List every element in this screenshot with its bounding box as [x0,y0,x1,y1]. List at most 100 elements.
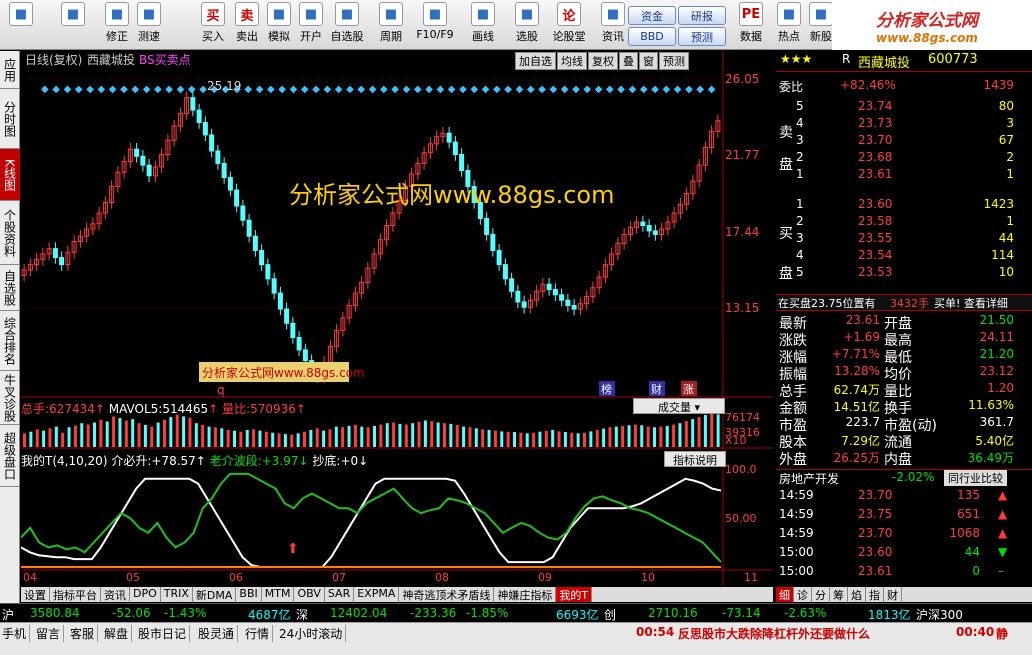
quote-tab-4[interactable]: 焰 [848,587,866,602]
left-tab-1[interactable]: 分时图 [0,89,20,149]
bid-row[interactable]: 3 23.55 44 [776,231,1032,248]
chart-top-button-0[interactable]: 加自选 [515,52,556,70]
big-order-detail-link[interactable]: 买单! 查看详细 [934,295,1008,311]
toolbar-button-10[interactable]: ■ F10/F9 [416,2,454,48]
indicator-tab-8[interactable]: OBV [294,587,325,602]
toolbar-button-13[interactable]: 论论股堂 [552,2,586,48]
ask-row[interactable]: 4 23.73 3 [776,116,1032,133]
research-button[interactable]: 研报 [678,6,726,25]
indicator-tab-2[interactable]: 资讯 [101,587,130,602]
candle-body [521,301,527,308]
indicator-tab-6[interactable]: BBI [236,587,262,602]
quote-tab-2[interactable]: 分 [812,587,830,602]
toolbar-button-14[interactable]: ■ 资讯 [596,2,630,48]
indicator-tab-10[interactable]: EXPMA [354,587,400,602]
status-item-0[interactable]: 手机 [2,625,31,642]
toolbar-button-12[interactable]: ■ 选股 [510,2,544,48]
left-tab-3[interactable]: 个股资料 [0,201,20,265]
left-tab-7[interactable]: 超级盘口 [0,425,20,487]
chart-top-button-2[interactable]: 复权 [588,52,618,70]
indicator-tab-13[interactable]: 我的T [556,587,593,602]
left-tab-2[interactable]: K线图 [0,149,20,201]
quote-tab-3[interactable]: 筹 [830,587,848,602]
sh-index[interactable]: 3580.84 [30,606,80,620]
quote-panel: ★★★ R 西藏城投 600773 委比 +82.46% 1439 5 23.74… [776,51,1032,601]
peer-compare-button[interactable]: 同行业比较 [944,470,1007,486]
ask-row[interactable]: 3 23.70 67 [776,133,1032,150]
bid-row[interactable]: 1 23.60 1423 [776,197,1032,214]
indicator-tab-11[interactable]: 神奇逃顶术矛盾线 [399,587,495,602]
stat-row: 外盘 26.25万 内盘 36.49万 [776,449,1032,468]
kline-chart-area[interactable]: 26.05 21.77 17.44 13.15 ◆ ◆ ◆ ◆ ◆ ◆ ◆ ◆ ◆ ◆ ◆ ◆ ◆ ◆ ◆ ◆ ◆ ◆ ◆ ◆… [21,51,773,586]
bbd-button[interactable]: BBD [628,27,676,46]
arrow-up-icon: ▲ [998,488,1008,502]
indicator-tab-12[interactable]: 神嫌庄指标 [494,587,557,602]
rise-marker[interactable]: 涨 [683,383,694,396]
indicator-tab-3[interactable]: DPO [130,587,161,602]
status-item-3[interactable]: 解盘 [104,625,133,642]
indicator-tab-9[interactable]: SAR [325,587,355,602]
indicator-tab-7[interactable]: MTM [262,587,295,602]
chart-top-button-1[interactable]: 均线 [557,52,587,70]
indicator-tab-0[interactable]: 设置 [21,587,50,602]
chart-top-button-3[interactable]: 叠 [619,52,638,70]
toolbar-button-7[interactable]: ■ 开户 [294,2,328,48]
left-tab-6[interactable]: 牛叉诊股 [0,371,20,425]
ask-volume: 67 [998,133,1014,147]
finance-marker[interactable]: 财 [651,382,662,396]
indicator-tab-1[interactable]: 指标平台 [50,587,101,602]
status-item-5[interactable]: 股灵通 [198,625,239,642]
status-item-6[interactable]: 行情 [245,625,274,642]
volume-select[interactable]: 成交量 ▾ [633,398,725,414]
toolbar-button-9[interactable]: ■ 周期 [374,2,408,48]
toolbar-button-0[interactable]: ■ [4,2,38,48]
hs300-label[interactable]: 沪深300 [916,606,963,623]
toolbar-button-5[interactable]: 卖卖出 [230,2,264,48]
toolbar-button-3[interactable]: ■ 测速 [132,2,166,48]
left-tab-5[interactable]: 综合排名 [0,311,20,371]
status-item-4[interactable]: 股市日记 [138,625,191,642]
ask-row[interactable]: 1 23.61 1 [776,167,1032,184]
volume-bar [303,431,306,447]
bid-row[interactable]: 5 23.53 10 [776,265,1032,282]
toolbar-button-8[interactable]: ■ 自选股 [330,2,364,48]
ask-row[interactable]: 2 23.68 2 [776,150,1032,167]
left-tab-4[interactable]: 自选股 [0,265,20,311]
chart-top-button-5[interactable]: 预测 [659,52,689,70]
indicator-tab-5[interactable]: 新DMA [193,587,237,602]
quote-tab-0[interactable]: 细 [776,587,794,602]
toolbar-button-15[interactable]: PE 数据 [734,2,768,48]
kline-chart-svg[interactable]: 26.0521.7717.4413.15◆ ◆ ◆ ◆ ◆ ◆ ◆ ◆ ◆ ◆ ◆ ◆ ◆ ◆ ◆ ◆ ◆ ◆ ◆ ◆… [21,51,773,586]
chart-top-button-4[interactable]: 窗 [639,52,658,70]
quote-tab-5[interactable]: 指 [866,587,884,602]
volume-bar [678,423,682,447]
toolbar-button-4[interactable]: 买买入 [196,2,230,48]
capital-button[interactable]: 资金 [628,6,676,25]
toolbar-button-1[interactable]: ■ [56,2,90,48]
sector-name: 房地产开发 [779,472,840,486]
bid-row[interactable]: 4 23.54 114 [776,248,1032,265]
volume-bar [436,422,440,447]
status-item-7[interactable]: 24小时滚动 [279,625,347,642]
toolbar-button-2[interactable]: ■ 修正 [100,2,134,48]
cy-index[interactable]: 2710.16 [648,606,698,620]
status-item-2[interactable]: 客服 [70,625,99,642]
toolbar-button-16[interactable]: ■ 热点 [772,2,806,48]
big-order-row[interactable]: 在买盘23.75位置有 3432手 买单! 查看详细 [776,294,1032,311]
forecast-button[interactable]: 预测 [678,27,726,46]
toolbar-button-6[interactable]: ■ 模拟 [262,2,296,48]
rank-marker[interactable]: 榜 [601,382,612,396]
sz-index[interactable]: 12402.04 [330,606,387,620]
toolbar-button-11[interactable]: ■ 画线 [466,2,500,48]
status-item-1[interactable]: 留言 [36,625,65,642]
indicator-help-button[interactable]: 指标说明 [664,451,726,467]
sz-change: -233.36 [410,606,457,620]
quote-tab-1[interactable]: 诊 [794,587,812,602]
bid-row[interactable]: 2 23.58 1 [776,214,1032,231]
left-tab-0[interactable]: 应用 [0,51,20,89]
news-ticker[interactable]: 反思股市大跌除降杠杆外还要做什么 [678,625,870,642]
price-axis-label: 13.15 [725,301,759,315]
indicator-tab-4[interactable]: TRIX [161,587,193,602]
ask-row[interactable]: 5 23.74 80 [776,99,1032,116]
quote-tab-6[interactable]: 财 [884,587,902,602]
